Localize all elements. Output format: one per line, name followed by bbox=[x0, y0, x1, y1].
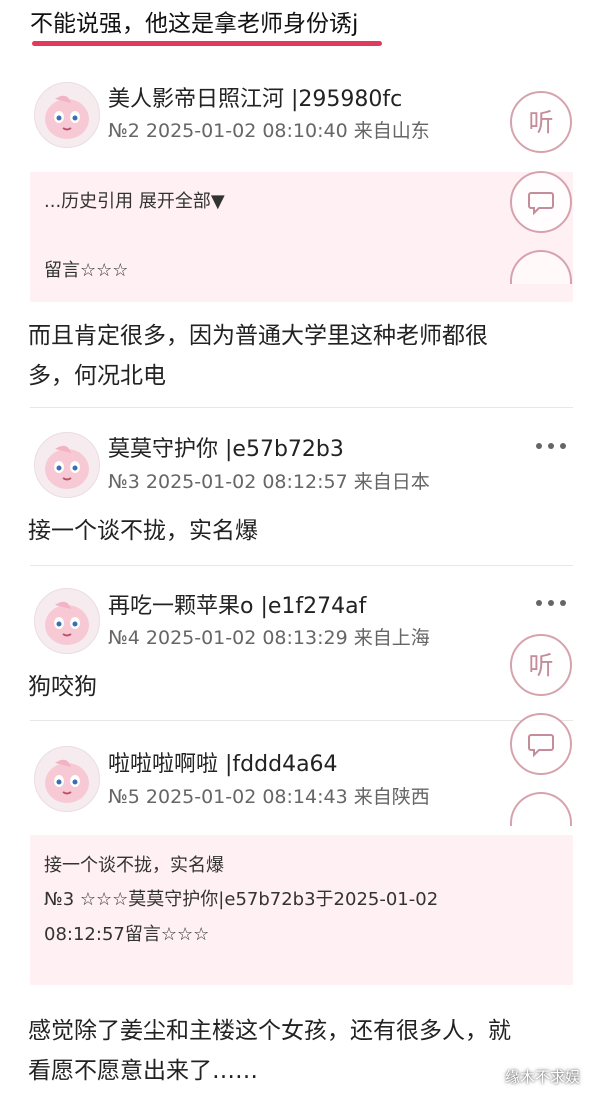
listen-button[interactable]: 听 bbox=[510, 634, 572, 696]
post-body: 而且肯定很多，因为普通大学里这种老师都很 多，何况北电 bbox=[28, 316, 558, 396]
pink-puff-avatar-icon bbox=[45, 95, 89, 139]
chat-bubble-icon bbox=[528, 192, 554, 216]
more-options-icon[interactable] bbox=[536, 597, 566, 609]
user-id: |295980fc bbox=[291, 87, 403, 112]
pink-puff-avatar-icon bbox=[45, 601, 89, 645]
quote-comment-line: 留言☆☆☆ bbox=[44, 260, 129, 281]
quote-line: 接一个谈不拢，实名爆 bbox=[44, 855, 224, 876]
post-author-line[interactable]: 美人影帝日照江河 |295980fc bbox=[108, 86, 402, 114]
comment-button[interactable] bbox=[510, 713, 572, 775]
quote-line: №3 ☆☆☆莫莫守护你|e57b72b3于2025-01-02 bbox=[44, 889, 439, 910]
post-body: 接一个谈不拢，实名爆 bbox=[28, 511, 558, 551]
post-divider bbox=[30, 565, 573, 566]
post-author-line[interactable]: 啦啦啦啊啦 |fddd4a64 bbox=[108, 751, 338, 779]
chat-bubble-icon bbox=[528, 734, 554, 758]
avatar[interactable] bbox=[34, 746, 100, 812]
highlight-underline bbox=[32, 41, 382, 46]
post-body-line: 而且肯定很多，因为普通大学里这种老师都很 bbox=[28, 323, 488, 349]
post-divider bbox=[30, 720, 573, 721]
post-meta: №4 2025-01-02 08:13:29 来自上海 bbox=[108, 627, 430, 649]
expand-history-link[interactable]: ...历史引用 展开全部▼ bbox=[44, 189, 225, 215]
quote-box[interactable]: 接一个谈不拢，实名爆 №3 ☆☆☆莫莫守护你|e57b72b3于2025-01-… bbox=[30, 835, 573, 985]
post-divider bbox=[30, 407, 573, 408]
username[interactable]: 再吃一颗苹果o bbox=[108, 594, 253, 619]
username[interactable]: 莫莫守护你 bbox=[108, 437, 218, 462]
post-body: 感觉除了姜尘和主楼这个女孩，还有很多人，就 看愿不愿意出来了…… bbox=[28, 1011, 558, 1091]
username[interactable]: 美人影帝日照江河 bbox=[108, 87, 284, 112]
user-id: |e1f274af bbox=[260, 594, 367, 619]
comment-button[interactable] bbox=[510, 171, 572, 233]
post-meta: №5 2025-01-02 08:14:43 来自陕西 bbox=[108, 786, 430, 808]
user-id: |e57b72b3 bbox=[225, 437, 344, 462]
thread-page: 不能说强，他这是拿老师身份诱j 美人影帝日照江河 |295980fc №2 20… bbox=[0, 0, 597, 1094]
post-meta: №3 2025-01-02 08:12:57 来自日本 bbox=[108, 471, 430, 493]
avatar[interactable] bbox=[34, 588, 100, 654]
more-fab-button[interactable] bbox=[510, 792, 572, 826]
user-id: |fddd4a64 bbox=[225, 752, 338, 777]
listen-label: 听 bbox=[528, 650, 554, 680]
pink-puff-avatar-icon bbox=[45, 759, 89, 803]
post-author-line[interactable]: 再吃一颗苹果o |e1f274af bbox=[108, 593, 366, 621]
post-body-line: 多，何况北电 bbox=[28, 363, 166, 389]
post-body-line: 接一个谈不拢，实名爆 bbox=[28, 518, 258, 544]
quote-line: 08:12:57留言☆☆☆ bbox=[44, 924, 210, 945]
listen-label: 听 bbox=[528, 107, 554, 137]
post-meta: №2 2025-01-02 08:10:40 来自山东 bbox=[108, 120, 430, 142]
watermark: 缘木不求娱 bbox=[505, 1068, 581, 1086]
post-body-line: 狗咬狗 bbox=[28, 674, 97, 700]
avatar[interactable] bbox=[34, 82, 100, 148]
history-quote-box[interactable]: ...历史引用 展开全部▼ 留言☆☆☆ bbox=[30, 172, 573, 302]
post-author-line[interactable]: 莫莫守护你 |e57b72b3 bbox=[108, 436, 344, 464]
post-body-line: 看愿不愿意出来了…… bbox=[28, 1058, 258, 1084]
avatar[interactable] bbox=[34, 432, 100, 498]
username[interactable]: 啦啦啦啊啦 bbox=[108, 752, 218, 777]
more-options-icon[interactable] bbox=[536, 440, 566, 452]
listen-button[interactable]: 听 bbox=[510, 91, 572, 153]
post-body: 狗咬狗 bbox=[28, 667, 558, 707]
pink-puff-avatar-icon bbox=[45, 445, 89, 489]
quoted-top-text: 不能说强，他这是拿老师身份诱j bbox=[30, 11, 359, 37]
post-body-line: 感觉除了姜尘和主楼这个女孩，还有很多人，就 bbox=[28, 1018, 511, 1044]
